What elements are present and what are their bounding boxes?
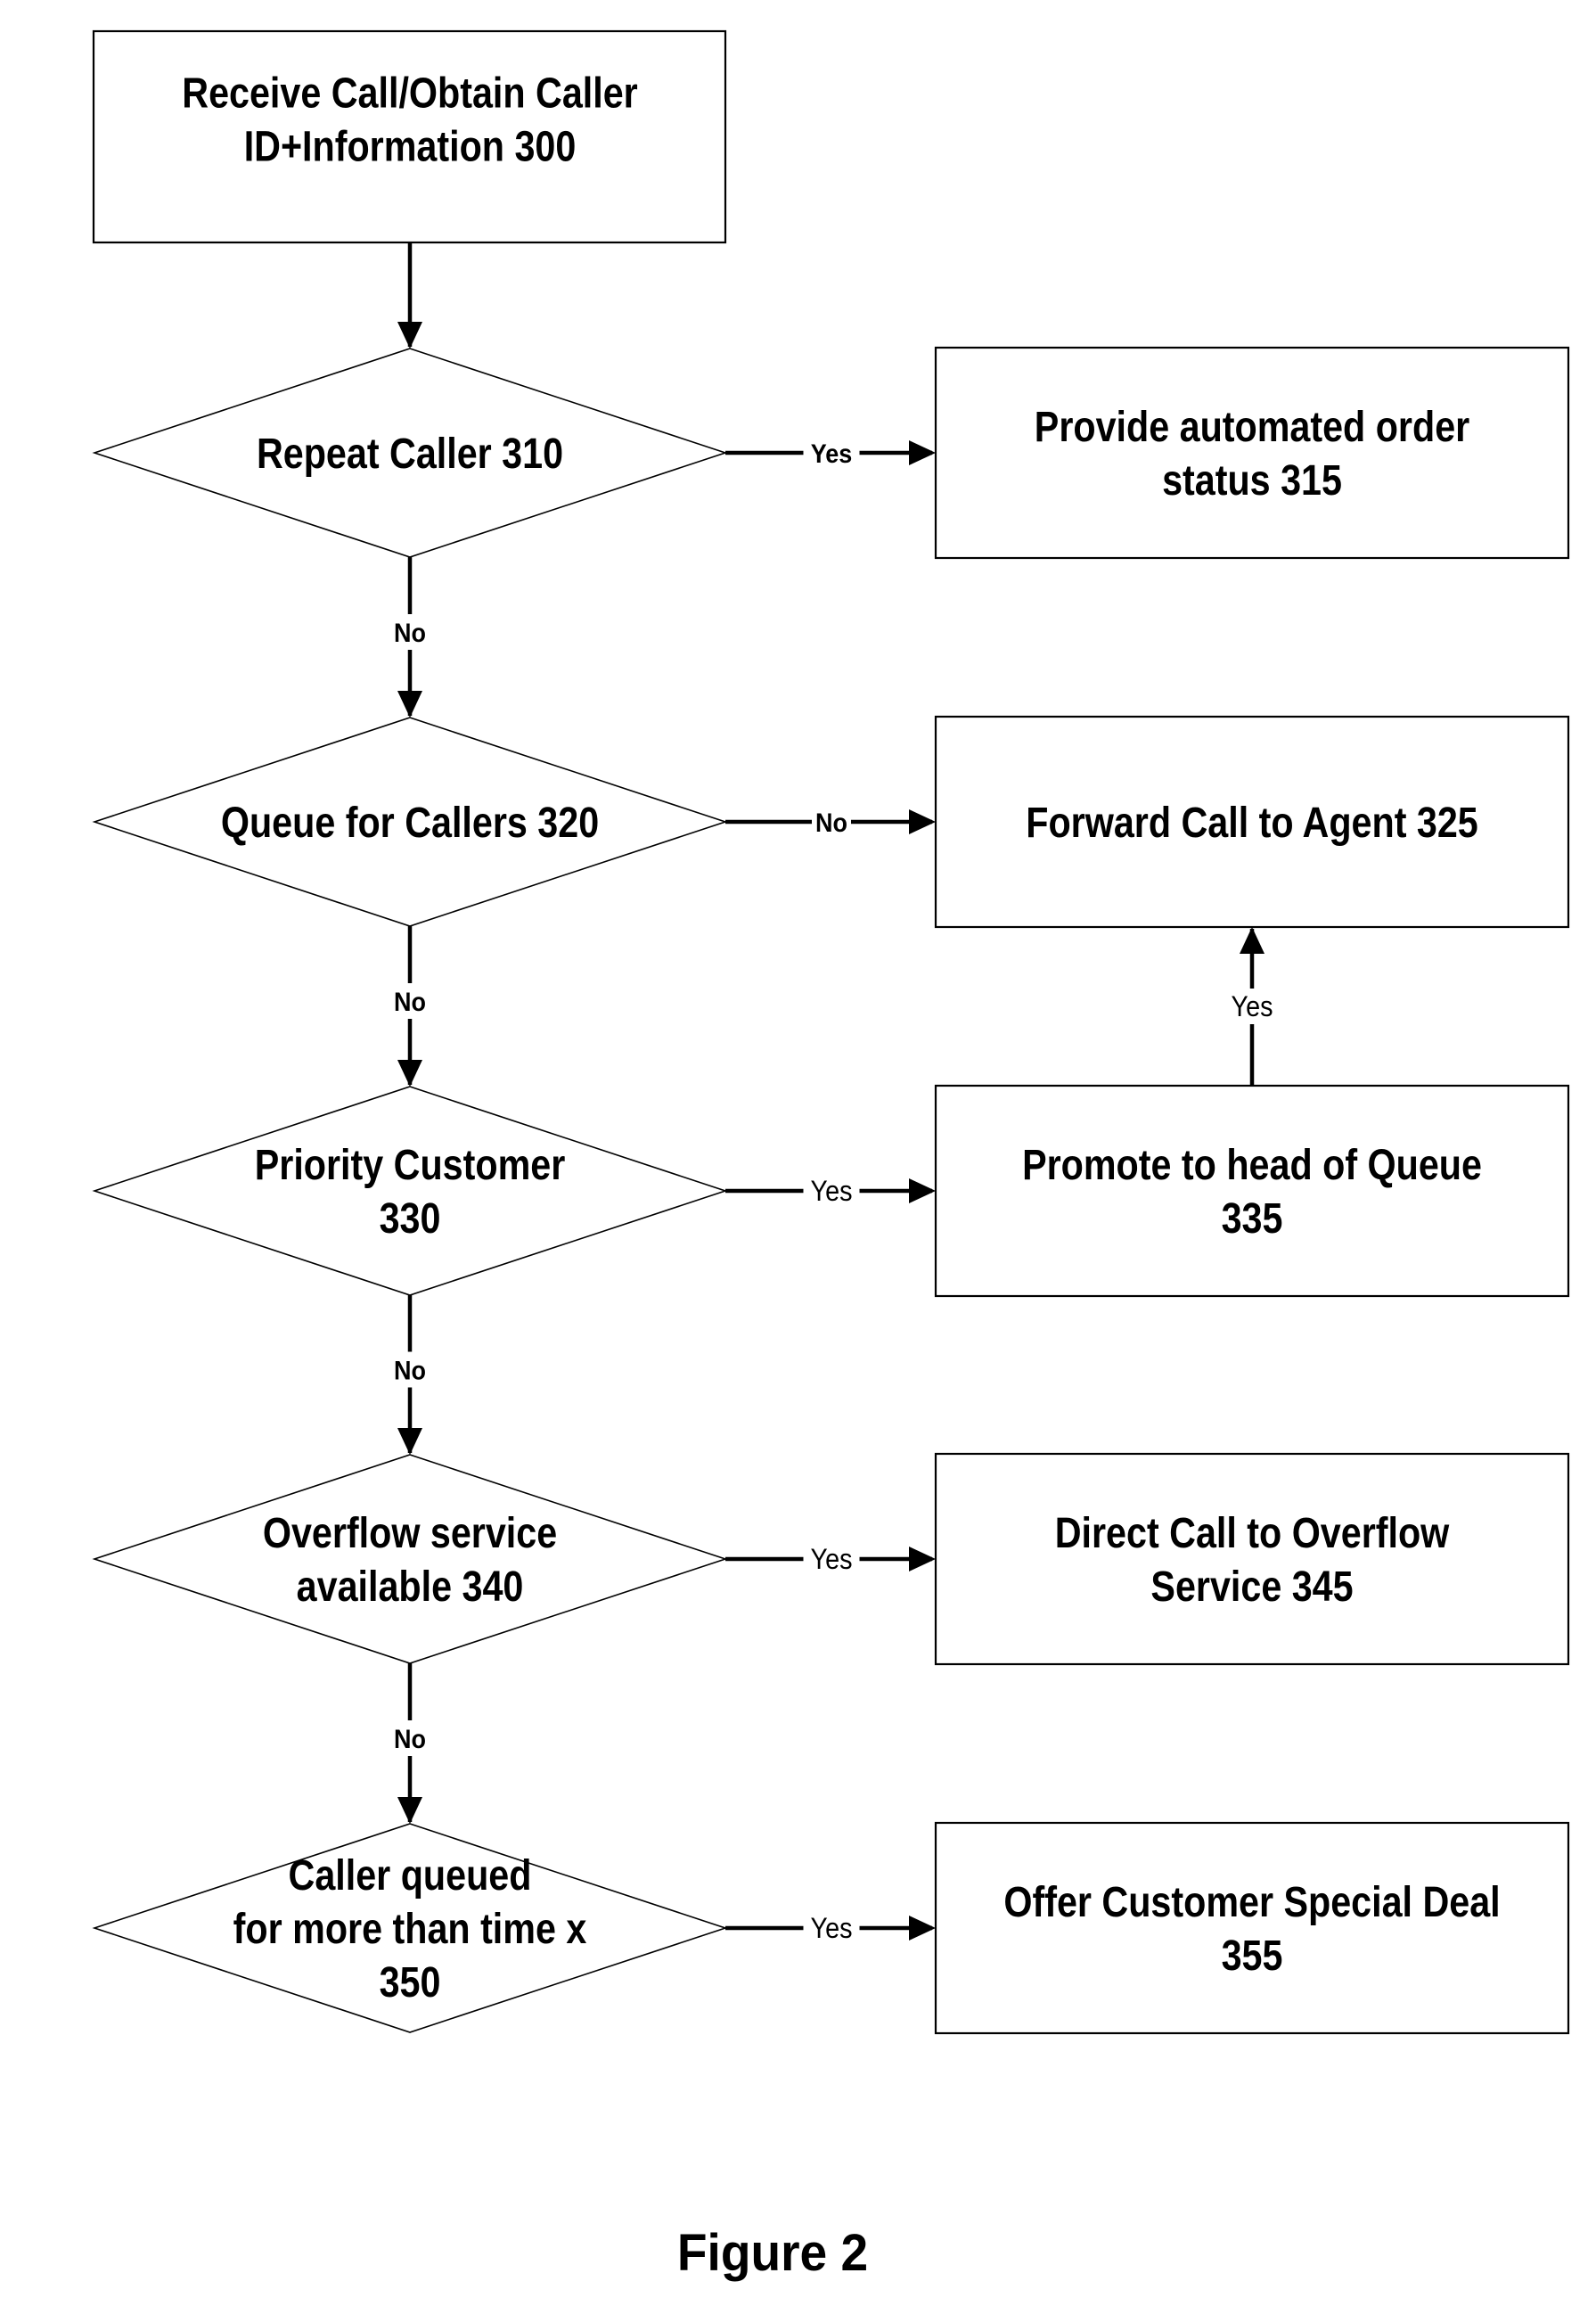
edge-label-335-325-wrap: Yes xyxy=(1232,991,1273,1023)
process-box-355-text-line-wrap: 355 xyxy=(1222,1932,1283,1980)
arrowhead-icon xyxy=(909,1547,936,1571)
process-box-335-text-line: Promote to head of Queue xyxy=(1022,1141,1482,1189)
process-box-315-text-line: Provide automated order xyxy=(1035,403,1469,451)
decision-350-text-line: for more than time x xyxy=(233,1905,587,1953)
decision-350-text-line-wrap: Caller queued xyxy=(289,1851,532,1900)
branch-label-320-wrap: No xyxy=(815,808,847,839)
down-label-310-wrap: No xyxy=(394,619,426,649)
decision-310-text: Repeat Caller 310 xyxy=(257,430,563,478)
process-box-355 xyxy=(934,1821,1570,2035)
decision-310-text-line-wrap: Repeat Caller 310 xyxy=(257,430,563,478)
process-box-300-text-line-wrap: ID+Information 300 xyxy=(244,123,577,171)
arrowhead-icon xyxy=(909,809,936,834)
process-box-335-text-line-wrap: 335 xyxy=(1222,1194,1283,1243)
decision-310-text-line: Repeat Caller 310 xyxy=(257,430,563,478)
branch-label-340: Yes xyxy=(811,1544,853,1576)
branch-label-350-wrap: Yes xyxy=(811,1913,853,1945)
branch-label-310-wrap: Yes xyxy=(811,439,853,470)
down-label-340-wrap: No xyxy=(394,1725,426,1755)
decision-320-text-line: Queue for Callers 320 xyxy=(221,799,599,847)
process-box-335 xyxy=(934,1084,1570,1298)
branch-label-330-wrap: Yes xyxy=(811,1176,853,1208)
decision-350-text-line-wrap: for more than time x xyxy=(233,1905,587,1953)
figure-caption: Figure 2 xyxy=(677,2224,868,2282)
process-box-300-text-line-wrap: Receive Call/Obtain Caller xyxy=(182,70,637,118)
down-label-330: No xyxy=(394,1356,426,1386)
arrowhead-icon xyxy=(397,691,422,718)
decision-350-text-line: 350 xyxy=(380,1958,441,2006)
decision-340-text-line: Overflow service xyxy=(263,1509,557,1557)
shapes-layer xyxy=(92,29,1570,2035)
arrowhead-icon xyxy=(397,1797,422,1824)
decision-340-text-line-wrap: available 340 xyxy=(297,1563,524,1611)
decision-diamond-330 xyxy=(92,1086,728,1296)
process-box-325-text-line: Forward Call to Agent 325 xyxy=(1026,799,1477,847)
branch-label-330: Yes xyxy=(811,1176,853,1208)
process-box-325-text-line-wrap: Forward Call to Agent 325 xyxy=(1026,799,1477,847)
process-box-325-text: Forward Call to Agent 325 xyxy=(1026,799,1477,847)
down-label-320: No xyxy=(394,988,426,1018)
edge-label-335-325: Yes xyxy=(1232,991,1273,1023)
arrowhead-icon xyxy=(909,440,936,465)
arrowhead-icon xyxy=(909,1178,936,1203)
process-box-335-text-line-wrap: Promote to head of Queue xyxy=(1022,1141,1482,1189)
arrowhead-icon xyxy=(1240,927,1265,954)
process-box-315-text-line-wrap: Provide automated order xyxy=(1035,403,1469,451)
decision-330-text-line: 330 xyxy=(380,1194,441,1243)
arrowhead-icon xyxy=(397,1060,422,1087)
process-box-355-text-line-wrap: Offer Customer Special Deal xyxy=(1003,1878,1500,1926)
branch-label-350: Yes xyxy=(811,1913,853,1945)
process-box-345-text-line: Direct Call to Overflow xyxy=(1055,1509,1450,1557)
process-box-345-text-line-wrap: Direct Call to Overflow xyxy=(1055,1509,1450,1557)
process-box-345 xyxy=(934,1452,1570,1666)
arrowhead-icon xyxy=(397,1428,422,1455)
decision-320-text: Queue for Callers 320 xyxy=(221,799,599,847)
flowchart-figure: Yes No No No Yes No Yes No Yes Yes Receive Call/O… xyxy=(92,29,1570,2282)
process-box-315 xyxy=(934,346,1570,560)
down-label-320-wrap: No xyxy=(394,988,426,1018)
branch-label-340-wrap: Yes xyxy=(811,1544,853,1576)
process-box-335-text-line: 335 xyxy=(1222,1194,1283,1243)
process-box-315-text-line-wrap: status 315 xyxy=(1162,456,1342,505)
down-label-340: No xyxy=(394,1725,426,1755)
decision-330-text-line-wrap: 330 xyxy=(380,1194,441,1243)
down-label-330-wrap: No xyxy=(394,1356,426,1386)
process-box-315-text-line: status 315 xyxy=(1162,456,1342,505)
figure-caption-group: Figure 2 xyxy=(677,2224,868,2282)
arrowhead-icon xyxy=(909,1916,936,1941)
branch-label-310: Yes xyxy=(811,439,853,470)
process-box-300-text-line: ID+Information 300 xyxy=(244,123,577,171)
decision-330-text-line-wrap: Priority Customer xyxy=(255,1141,566,1189)
process-box-345-text-line-wrap: Service 345 xyxy=(1150,1563,1353,1611)
decision-350-text-line-wrap: 350 xyxy=(380,1958,441,2006)
arrowhead-icon xyxy=(397,322,422,349)
decision-diamond-340 xyxy=(92,1454,728,1664)
decision-340-text-line: available 340 xyxy=(297,1563,524,1611)
down-label-310: No xyxy=(394,619,426,649)
decision-320-text-line-wrap: Queue for Callers 320 xyxy=(221,799,599,847)
process-box-355-text-line: Offer Customer Special Deal xyxy=(1003,1878,1500,1926)
process-box-345-text-line: Service 345 xyxy=(1150,1563,1353,1611)
decision-350-text-line: Caller queued xyxy=(289,1851,532,1900)
decision-330-text-line: Priority Customer xyxy=(255,1141,566,1189)
decision-340-text-line-wrap: Overflow service xyxy=(263,1509,557,1557)
process-box-300-text-line: Receive Call/Obtain Caller xyxy=(182,70,637,118)
branch-label-320: No xyxy=(815,808,847,839)
process-box-355-text-line: 355 xyxy=(1222,1932,1283,1980)
